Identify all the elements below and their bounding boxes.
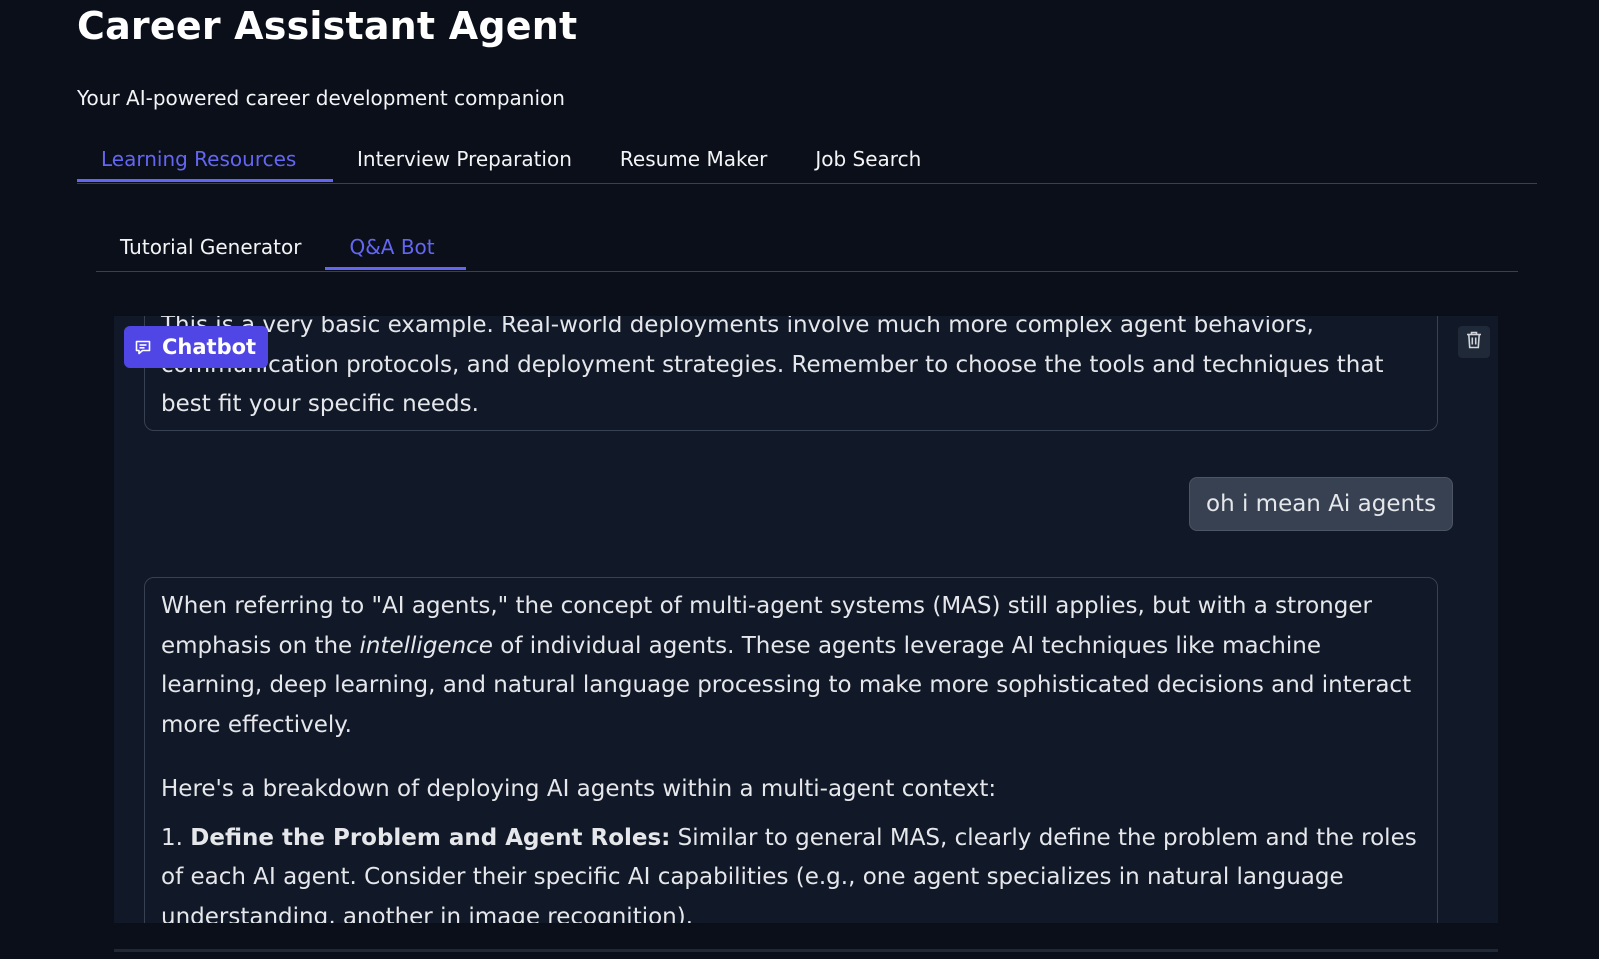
list-item-heading: Define the Problem and Agent Roles: [190,824,671,851]
tab-tutorial-generator[interactable]: Tutorial Generator [96,228,325,270]
bot-message: When referring to "AI agents," the conce… [144,577,1438,959]
panel-top-mask [114,290,1498,316]
tab-interview-preparation[interactable]: Interview Preparation [333,140,596,182]
chat-bubble-icon [134,338,152,356]
chatbot-label: Chatbot [124,326,269,368]
user-message: oh i mean Ai agents [1189,477,1454,531]
page-subtitle: Your AI-powered career development compa… [77,86,565,110]
trash-icon [1466,331,1482,353]
page-title: Career Assistant Agent [77,4,578,48]
chatbot-label-text: Chatbot [162,335,257,359]
tab-qa-bot[interactable]: Q&A Bot [325,228,467,270]
list-item: 1. Define the Problem and Agent Roles: S… [161,819,1421,938]
tab-learning-resources[interactable]: Learning Resources [77,140,333,182]
message-emphasis: intelligence [359,632,493,659]
clear-chat-button[interactable] [1458,326,1490,358]
list-number: 1. [161,824,183,851]
message-text: This is a very basic example. Real-world… [161,312,1384,417]
input-divider [114,949,1498,952]
tab-job-search[interactable]: Job Search [791,140,945,182]
tab-resume-maker[interactable]: Resume Maker [596,140,791,182]
sub-tab-bar: Tutorial Generator Q&A Bot [96,228,1518,272]
main-tab-bar: Learning Resources Interview Preparation… [77,140,1537,184]
message-paragraph: When referring to "AI agents," the conce… [161,587,1421,745]
panel-bottom-mask [114,923,1498,959]
app-root: Career Assistant Agent Your AI-powered c… [0,0,1599,959]
bot-message: This is a very basic example. Real-world… [144,300,1438,431]
message-paragraph: Here's a breakdown of deploying AI agent… [161,776,997,802]
